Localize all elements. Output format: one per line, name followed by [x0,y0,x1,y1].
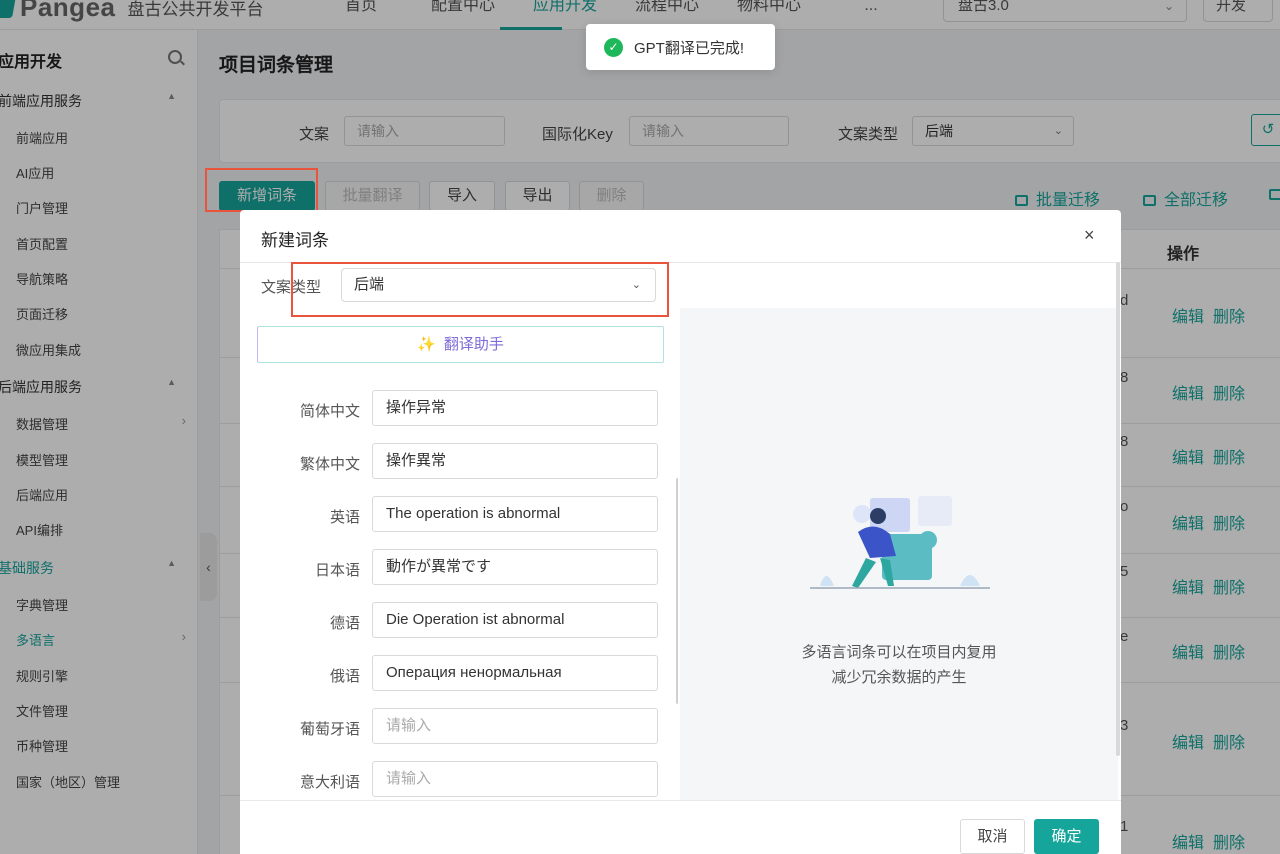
toast-message: GPT翻译已完成! [634,39,745,57]
label-en: 英语 [329,509,360,526]
sparkle-icon: ✨ [417,336,436,353]
label-pt: 葡萄牙语 [299,721,360,738]
language-form: 简体中文 操作异常 繁体中文 操作異常 英语 The operation is … [240,308,678,800]
success-toast: ✓ GPT翻译已完成! [586,24,775,70]
input-en[interactable]: The operation is abnormal [372,496,658,532]
highlight-box [205,168,318,212]
label-zh-tw: 繁体中文 [299,456,360,473]
translate-assistant-button[interactable]: ✨ 翻译助手 [257,326,664,363]
confirm-button[interactable]: 确定 [1034,819,1099,854]
label-ja: 日本语 [314,562,360,579]
input-zh-tw[interactable]: 操作異常 [372,443,658,479]
check-circle-icon: ✓ [604,37,623,57]
tip-panel: 多语言词条可以在项目内复用 减少冗余数据的产生 [680,308,1118,800]
puzzle-illustration-icon [810,496,990,589]
input-de[interactable]: Die Operation ist abnormal [372,602,658,638]
label-de: 德语 [329,615,360,632]
label-it: 意大利语 [299,774,360,791]
dialog-title: 新建词条 [261,231,329,250]
input-ja[interactable]: 動作が異常です [372,549,658,585]
tip-text: 多语言词条可以在项目内复用 减少冗余数据的产生 [801,644,997,686]
dialog-scrollbar[interactable] [1116,262,1120,756]
cancel-button[interactable]: 取消 [960,819,1025,854]
footer-divider [240,800,1121,801]
input-it[interactable]: 请输入 [372,761,658,797]
input-pt[interactable]: 请输入 [372,708,658,744]
close-icon[interactable]: × [1084,225,1095,246]
form-scrollbar[interactable] [676,478,678,704]
input-ru[interactable]: Операция ненормальная [372,655,658,691]
input-zh-cn[interactable]: 操作异常 [372,390,658,426]
label-zh-cn: 简体中文 [299,403,360,420]
label-ru: 俄语 [329,668,360,685]
highlight-box [291,262,669,317]
